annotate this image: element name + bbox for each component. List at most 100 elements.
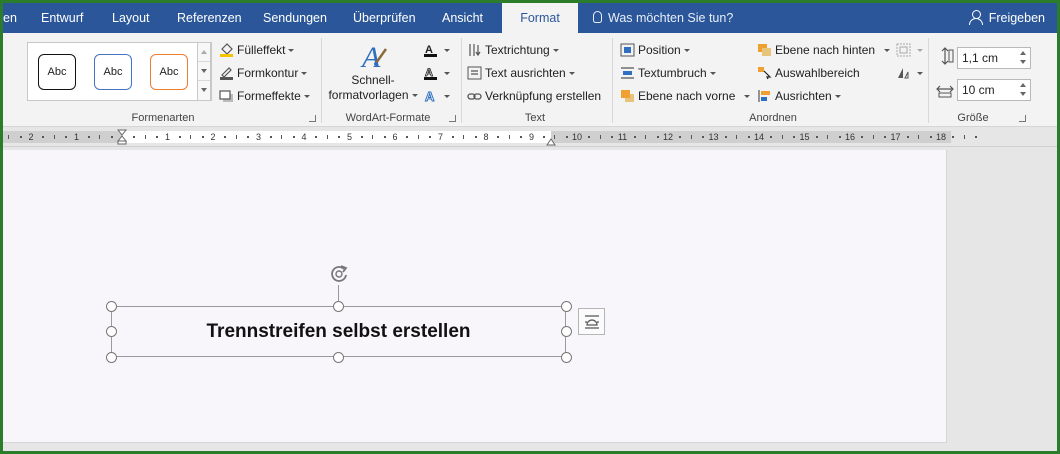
position-button[interactable]: Position bbox=[620, 40, 690, 60]
share-label: Freigeben bbox=[988, 11, 1045, 25]
ruler-tick bbox=[224, 136, 227, 138]
shape-outline-button[interactable]: Formkontur bbox=[219, 63, 308, 83]
resize-handle-top[interactable] bbox=[333, 301, 344, 312]
tab-format[interactable]: Format bbox=[502, 3, 578, 33]
ruler-number: 18 bbox=[935, 132, 946, 142]
person-icon bbox=[968, 10, 983, 25]
fill-effect-button[interactable]: Fülleffekt bbox=[219, 40, 295, 60]
group-objects-button[interactable] bbox=[896, 40, 923, 60]
ruler-tick bbox=[702, 136, 705, 138]
tab-sendungen[interactable]: Sendungen bbox=[263, 3, 327, 33]
ruler-tick bbox=[815, 136, 818, 138]
shape-style-sample-black[interactable]: Abc bbox=[38, 54, 76, 90]
resize-handle-bottom-left[interactable] bbox=[106, 352, 117, 363]
ruler-tick bbox=[417, 135, 419, 139]
chevron-down-icon bbox=[552, 49, 559, 52]
group-separator bbox=[321, 38, 322, 123]
shape-effects-icon bbox=[219, 89, 234, 103]
ruler-tick bbox=[281, 135, 283, 139]
tab-layout[interactable]: Layout bbox=[112, 3, 150, 33]
ribbon-tab-bar: en Entwurf Layout Referenzen Sendungen Ü… bbox=[3, 3, 1057, 33]
bring-forward-button[interactable]: Ebene nach vorne bbox=[620, 86, 751, 106]
ruler-number: 9 bbox=[528, 132, 534, 142]
rotation-handle-icon[interactable] bbox=[328, 263, 350, 285]
text-effects-button[interactable]: A bbox=[423, 86, 450, 106]
text-box[interactable]: Trennstreifen selbst erstellen bbox=[111, 306, 566, 357]
ruler-tick bbox=[201, 136, 204, 138]
ruler-tick bbox=[463, 135, 465, 139]
dialog-launcher-icon[interactable] bbox=[1019, 115, 1026, 122]
document-page[interactable]: Trennstreifen selbst erstellen bbox=[3, 150, 947, 443]
tab-ansicht[interactable]: Ansicht bbox=[442, 3, 483, 33]
align-objects-label: Ausrichten bbox=[775, 89, 832, 103]
shape-effects-button[interactable]: Formeffekte bbox=[219, 86, 310, 106]
indent-marker-icon[interactable] bbox=[116, 129, 128, 145]
resize-handle-top-right[interactable] bbox=[561, 301, 572, 312]
text-outline-button[interactable]: A bbox=[423, 63, 450, 83]
height-spinner[interactable] bbox=[1019, 50, 1028, 66]
width-input[interactable] bbox=[960, 81, 1016, 99]
width-spinner[interactable] bbox=[1019, 82, 1028, 98]
resize-handle-bottom-right[interactable] bbox=[561, 352, 572, 363]
ruler-tick bbox=[247, 136, 250, 138]
chevron-down-icon bbox=[444, 49, 450, 52]
shape-style-gallery[interactable]: Abc Abc Abc bbox=[27, 42, 212, 101]
ruler-tick bbox=[690, 135, 692, 139]
text-direction-button[interactable]: Textrichtung bbox=[467, 40, 559, 60]
shape-effects-label: Formeffekte bbox=[237, 89, 301, 103]
shape-style-sample-orange[interactable]: Abc bbox=[150, 54, 188, 90]
tab-start-partial[interactable]: en bbox=[3, 3, 17, 33]
ruler-number: 11 bbox=[617, 132, 628, 142]
quick-styles-line2: formatvorlagen bbox=[328, 88, 409, 102]
shape-outline-label: Formkontur bbox=[237, 66, 299, 80]
send-backward-button[interactable]: Ebene nach hinten bbox=[757, 40, 891, 60]
text-wrap-icon bbox=[620, 66, 635, 80]
pen-outline-icon bbox=[219, 66, 234, 80]
ruler-tick bbox=[133, 136, 136, 138]
layout-options-button[interactable] bbox=[578, 308, 605, 335]
wordart-quick-styles-button[interactable]: A Schnell- formatvorlagen bbox=[325, 39, 421, 109]
share-button[interactable]: Freigeben bbox=[968, 3, 1045, 33]
text-fill-button[interactable]: A bbox=[423, 40, 450, 60]
ruler-tick bbox=[747, 136, 750, 138]
dialog-launcher-icon[interactable] bbox=[449, 115, 456, 122]
align-text-button[interactable]: Text ausrichten bbox=[467, 63, 575, 83]
chevron-down-icon bbox=[744, 95, 751, 98]
horizontal-ruler[interactable]: 2 1 1 2 3 4 5 6 7 8 9 10 11 12 13 14 15 16 17 18 bbox=[3, 127, 1057, 147]
tab-entwurf[interactable]: Entwurf bbox=[41, 3, 83, 33]
resize-handle-left[interactable] bbox=[106, 326, 117, 337]
height-input[interactable] bbox=[960, 49, 1016, 67]
gallery-scroll-down[interactable] bbox=[198, 62, 210, 81]
create-link-label: Verknüpfung erstellen bbox=[485, 89, 602, 103]
ruler-tick bbox=[679, 136, 682, 138]
create-link-button[interactable]: Verknüpfung erstellen bbox=[467, 86, 601, 106]
chevron-down-icon bbox=[917, 49, 923, 52]
resize-handle-top-left[interactable] bbox=[106, 301, 117, 312]
selection-pane-button[interactable]: Auswahlbereich bbox=[757, 63, 860, 83]
tab-referenzen[interactable]: Referenzen bbox=[177, 3, 242, 33]
text-box-content[interactable]: Trennstreifen selbst erstellen bbox=[207, 321, 471, 343]
tab-ueberpruefen[interactable]: Überprüfen bbox=[353, 3, 416, 33]
selection-pane-icon bbox=[757, 66, 772, 80]
ruler-number: 1 bbox=[164, 132, 170, 142]
ruler-tick bbox=[360, 136, 363, 138]
shape-style-sample-blue[interactable]: Abc bbox=[94, 54, 132, 90]
width-field[interactable] bbox=[957, 79, 1031, 101]
ruler-tick bbox=[611, 136, 614, 138]
tell-me-search[interactable]: Was möchten Sie tun? bbox=[593, 3, 733, 33]
ruler-tick bbox=[474, 136, 477, 138]
text-wrap-button[interactable]: Textumbruch bbox=[620, 63, 716, 83]
rotate-objects-button[interactable] bbox=[896, 63, 923, 83]
height-field[interactable] bbox=[957, 47, 1031, 69]
rotate-icon bbox=[896, 66, 911, 80]
resize-handle-bottom[interactable] bbox=[333, 352, 344, 363]
align-objects-button[interactable]: Ausrichten bbox=[757, 86, 841, 106]
dialog-launcher-icon[interactable] bbox=[309, 115, 316, 122]
gallery-more[interactable] bbox=[198, 81, 210, 100]
ruler-tick bbox=[918, 135, 920, 139]
text-wrap-label: Textumbruch bbox=[638, 66, 707, 80]
gallery-scroll-up[interactable] bbox=[198, 43, 210, 62]
resize-handle-right[interactable] bbox=[561, 326, 572, 337]
gallery-scroll[interactable] bbox=[197, 42, 211, 101]
ruler-number: 1 bbox=[73, 132, 79, 142]
